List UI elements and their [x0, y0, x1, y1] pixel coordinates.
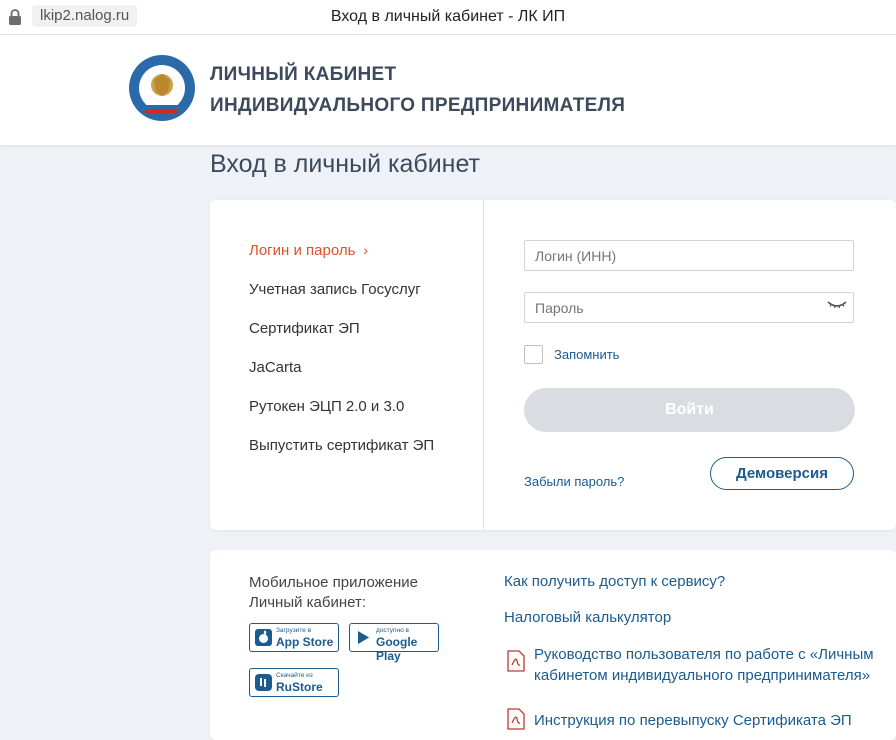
user-manual-link[interactable]: Руководство пользователя по работе с «Ли… [534, 644, 894, 686]
remember-checkbox[interactable] [524, 345, 543, 364]
fns-emblem-logo[interactable] [128, 54, 196, 122]
demo-button[interactable]: Демоверсия [710, 457, 854, 490]
app-store-label: App Store [276, 635, 334, 649]
tax-calculator-link[interactable]: Налоговый калькулятор [504, 609, 671, 626]
login-method-password[interactable]: Логин и пароль › [249, 242, 368, 259]
mobile-app-title: Мобильное приложение Личный кабинет: [249, 573, 418, 613]
page-title: Вход в личный кабинет [210, 150, 480, 178]
mobile-app-title-line1: Мобильное приложение [249, 574, 418, 591]
google-play-button[interactable]: доступно в Google Play [349, 623, 439, 663]
login-method-certificate[interactable]: Сертификат ЭП [249, 320, 360, 337]
forgot-password-link[interactable]: Забыли пароль? [524, 474, 624, 489]
info-card: Мобильное приложение Личный кабинет: Заг… [210, 550, 896, 740]
login-method-label: Логин и пароль [249, 242, 356, 259]
card-divider [483, 200, 484, 530]
show-password-icon[interactable] [827, 299, 847, 309]
google-play-small-text: доступно в [376, 627, 409, 634]
login-method-rutoken[interactable]: Рутокен ЭЦП 2.0 и 3.0 [249, 398, 404, 415]
google-play-icon [358, 631, 369, 644]
chevron-right-icon: › [363, 242, 369, 258]
login-method-jacarta[interactable]: JaCarta [249, 359, 302, 376]
password-input[interactable] [524, 292, 854, 323]
rustore-label: RuStore [276, 680, 323, 694]
rustore-icon [255, 674, 272, 691]
login-input[interactable] [524, 240, 854, 271]
login-method-gosuslugi[interactable]: Учетная запись Госуслуг [249, 281, 421, 298]
rustore-small-text: Скачайте из [276, 672, 313, 679]
window-title: Вход в личный кабинет - ЛК ИП [330, 8, 566, 25]
apple-icon [255, 629, 272, 646]
mobile-app-title-line2: Личный кабинет: [249, 594, 367, 611]
brand-title-line1: ЛИЧНЫЙ КАБИНЕТ [210, 64, 397, 85]
remember-label[interactable]: Запомнить [554, 347, 619, 362]
access-help-link[interactable]: Как получить доступ к сервису? [504, 573, 725, 590]
app-store-button[interactable]: Загрузите в App Store [249, 623, 339, 652]
rustore-button[interactable]: Скачайте из RuStore [249, 668, 339, 697]
browser-bar: lkip2.nalog.ru Вход в личный кабинет - Л… [0, 0, 896, 35]
login-card: Логин и пароль › Учетная запись Госуслуг … [210, 200, 896, 530]
site-header: ЛИЧНЫЙ КАБИНЕТ ИНДИВИДУАЛЬНОГО ПРЕДПРИНИ… [0, 35, 896, 145]
pdf-icon [507, 650, 525, 672]
login-method-issue-certificate[interactable]: Выпустить сертификат ЭП [249, 437, 434, 454]
login-button[interactable]: Войти [524, 388, 855, 432]
pdf-icon [507, 708, 525, 730]
google-play-label: Google Play [376, 635, 418, 663]
app-store-small-text: Загрузите в [276, 627, 312, 634]
brand-title-line2: ИНДИВИДУАЛЬНОГО ПРЕДПРИНИМАТЕЛЯ [210, 95, 626, 116]
